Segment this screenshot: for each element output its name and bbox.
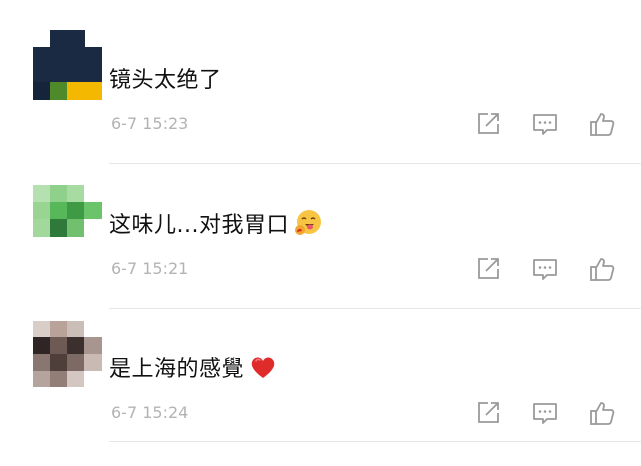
divider: [109, 308, 641, 309]
comment-actions: [474, 255, 624, 283]
comment-icon[interactable]: [531, 110, 559, 138]
comment-icon[interactable]: [531, 255, 559, 283]
comment-item: 镜头太绝了 6-7 15:23: [0, 30, 641, 177]
comment-text: 这味儿...对我胃口: [109, 207, 323, 239]
avatar[interactable]: [33, 321, 102, 387]
share-icon[interactable]: [474, 110, 502, 138]
avatar[interactable]: [33, 185, 102, 237]
comment-timestamp: 6-7 15:23: [111, 114, 189, 133]
comment-item: 这味儿...对我胃口 6-7 15:21: [0, 175, 641, 322]
tongue-hug-emoji: [293, 208, 323, 238]
thumbs-up-icon[interactable]: [588, 399, 616, 427]
comment-timestamp: 6-7 15:21: [111, 259, 189, 278]
divider: [109, 163, 641, 164]
comment-actions: [474, 399, 624, 427]
comment-actions: [474, 110, 624, 138]
comment-timestamp: 6-7 15:24: [111, 403, 189, 422]
comment-item: 是上海的感覺 6-7 15:24: [0, 319, 641, 466]
avatar[interactable]: [33, 30, 102, 100]
thumbs-up-icon[interactable]: [588, 255, 616, 283]
red-heart-emoji: [248, 352, 278, 382]
share-icon[interactable]: [474, 255, 502, 283]
comment-icon[interactable]: [531, 399, 559, 427]
comment-text: 是上海的感覺: [109, 351, 278, 383]
thumbs-up-icon[interactable]: [588, 110, 616, 138]
divider: [109, 441, 641, 442]
comment-text: 镜头太绝了: [109, 68, 222, 93]
share-icon[interactable]: [474, 399, 502, 427]
